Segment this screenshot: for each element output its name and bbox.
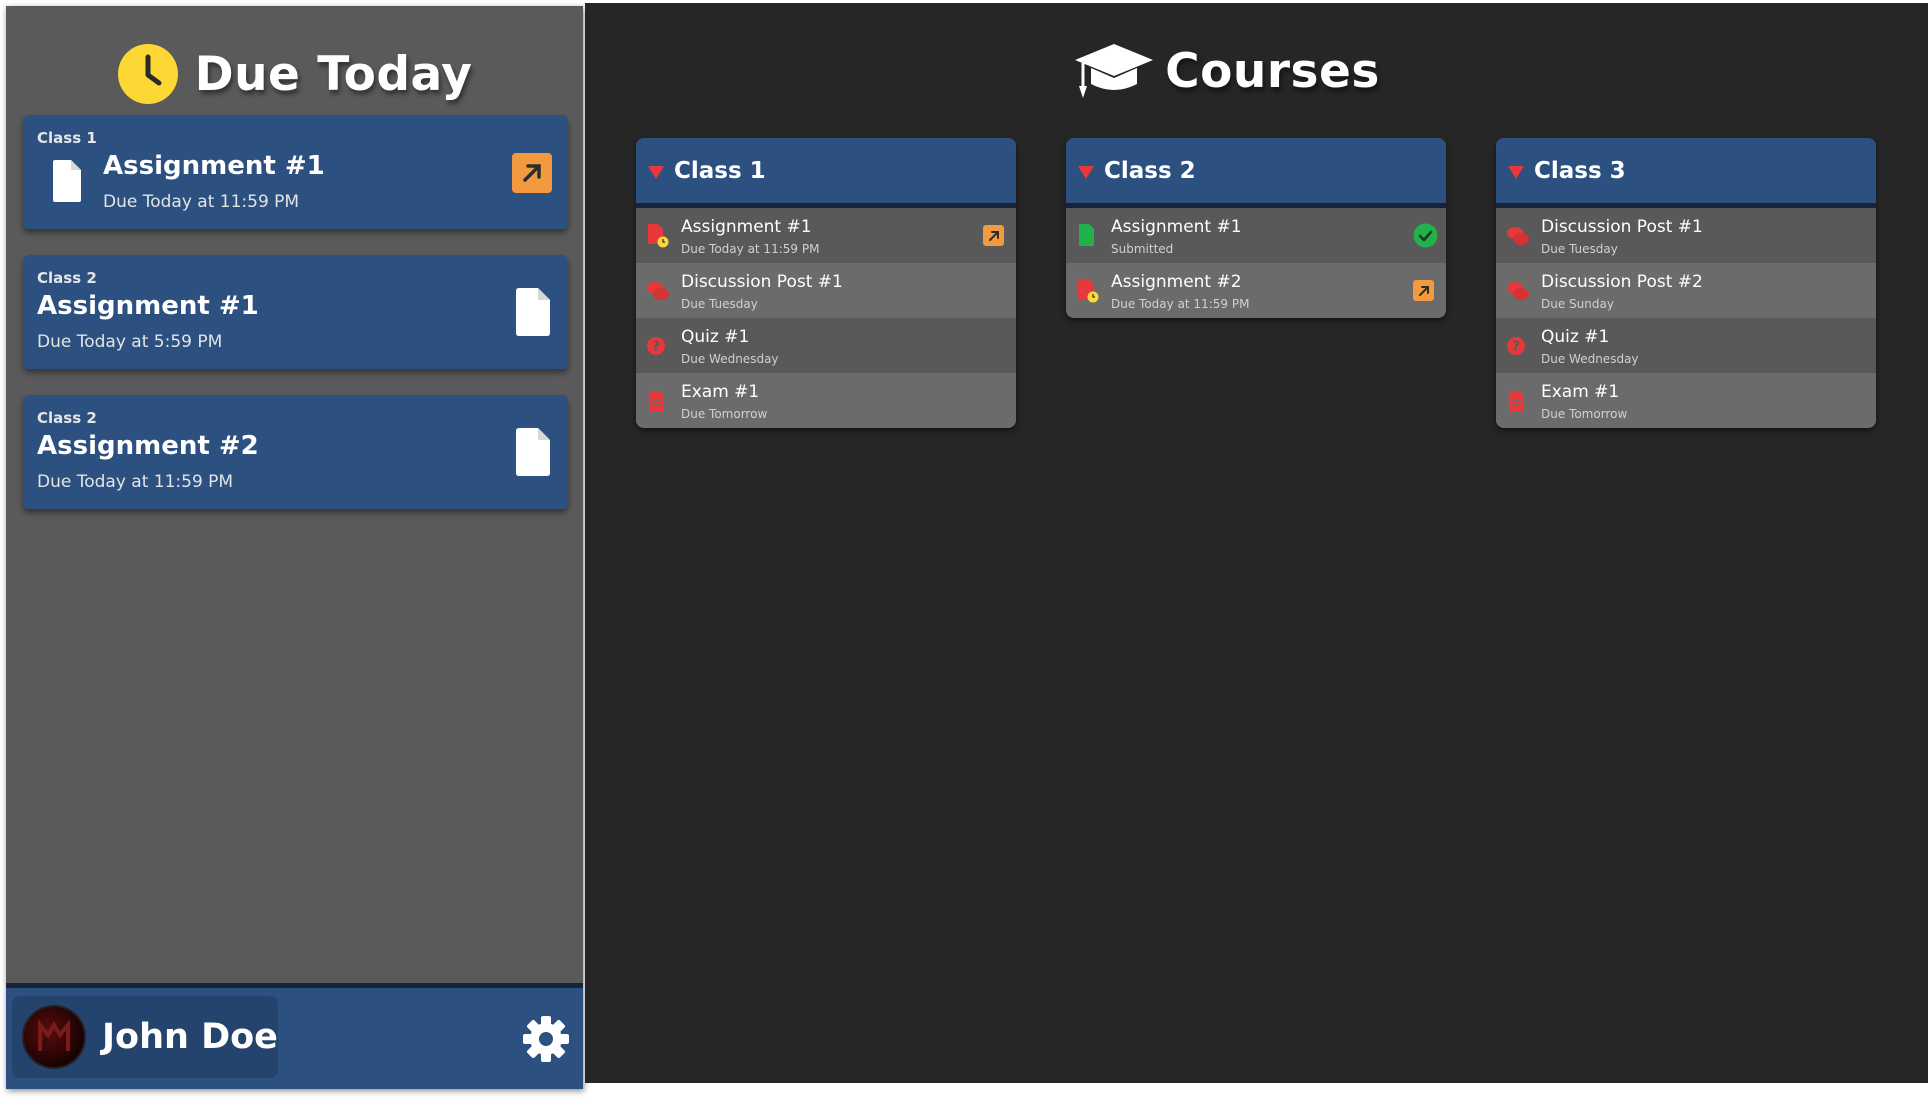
arrow-up-right-icon <box>1418 285 1429 296</box>
arrow-up-right-icon <box>988 230 999 241</box>
due-card[interactable]: Class 2 Assignment #2 Due Today at 11:59… <box>23 395 568 509</box>
exam-icon <box>1509 391 1524 411</box>
course-item[interactable]: Exam #1 Due Tomorrow <box>1496 373 1876 428</box>
item-due: Due Tomorrow <box>1541 407 1628 421</box>
courses-panel: Courses Class 1 Assignment #1 Due Today … <box>585 3 1928 1083</box>
course-item[interactable]: ? Quiz #1 Due Wednesday <box>1496 318 1876 373</box>
item-title: Discussion Post #1 <box>1541 217 1703 237</box>
discussion-icon <box>1507 227 1529 245</box>
quiz-icon: ? <box>1507 337 1525 355</box>
course-item[interactable]: Discussion Post #1 Due Tuesday <box>1496 208 1876 263</box>
due-card[interactable]: Class 1 Assignment #1 Due Today at 11:59… <box>23 115 568 229</box>
course-header[interactable]: Class 3 <box>1496 138 1876 208</box>
collapse-triangle-icon[interactable] <box>648 165 664 179</box>
settings-gear-icon[interactable] <box>521 1014 571 1064</box>
due-card-class: Class 2 <box>37 409 97 427</box>
discussion-icon <box>1507 282 1529 300</box>
item-title: Discussion Post #1 <box>681 272 843 292</box>
due-card-title: Assignment #1 <box>103 151 325 181</box>
file-submitted-icon <box>1079 224 1094 246</box>
svg-text:?: ? <box>1512 340 1520 355</box>
due-card-class: Class 1 <box>37 129 97 147</box>
course-header[interactable]: Class 2 <box>1066 138 1446 208</box>
discussion-icon <box>647 282 669 300</box>
due-card-due: Due Today at 5:59 PM <box>37 332 223 352</box>
graduation-cap-icon <box>1075 44 1154 98</box>
check-circle-icon <box>1413 223 1438 248</box>
item-title: Discussion Post #2 <box>1541 272 1703 292</box>
quiz-icon: ? <box>647 337 665 355</box>
course-name: Class 3 <box>1534 157 1626 184</box>
course-card: Class 1 Assignment #1 Due Today at 11:59… <box>636 138 1016 428</box>
user-name: John Doe <box>102 1017 278 1057</box>
exam-icon <box>649 391 664 411</box>
due-card-due: Due Today at 11:59 PM <box>103 192 300 212</box>
user-footer: John Doe <box>6 983 583 1089</box>
due-card-class: Class 2 <box>37 269 97 287</box>
item-title: Quiz #1 <box>1541 327 1610 347</box>
collapse-triangle-icon[interactable] <box>1508 165 1524 179</box>
course-card: Class 2 Assignment #1 Submitted Assignme… <box>1066 138 1446 318</box>
due-card[interactable]: Class 2 Assignment #1 Due Today at 5:59 … <box>23 255 568 369</box>
file-icon[interactable] <box>516 428 550 476</box>
course-name: Class 1 <box>674 157 766 184</box>
item-due: Due Today at 11:59 PM <box>1111 297 1250 311</box>
course-item[interactable]: Discussion Post #1 Due Tuesday <box>636 263 1016 318</box>
due-card-title: Assignment #2 <box>37 431 259 461</box>
clock-icon <box>117 44 178 104</box>
course-card: Class 3 Discussion Post #1 Due Tuesday D… <box>1496 138 1876 428</box>
courses-title: Courses <box>1165 43 1380 99</box>
courses-header: Courses <box>555 33 1898 109</box>
course-header[interactable]: Class 1 <box>636 138 1016 208</box>
due-card-due: Due Today at 11:59 PM <box>37 472 234 492</box>
item-due: Due Wednesday <box>1541 352 1639 366</box>
collapse-triangle-icon[interactable] <box>1078 165 1094 179</box>
course-item[interactable]: Assignment #1 Submitted <box>1066 208 1446 263</box>
course-name: Class 2 <box>1104 157 1196 184</box>
item-due: Due Tomorrow <box>681 407 768 421</box>
item-title: Assignment #1 <box>681 217 812 237</box>
arrow-up-right-icon <box>523 164 541 182</box>
file-late-icon <box>1078 279 1099 303</box>
item-title: Assignment #2 <box>1111 272 1242 292</box>
file-icon[interactable] <box>516 288 550 336</box>
open-external-button[interactable] <box>983 225 1004 246</box>
item-due: Due Tuesday <box>1541 242 1618 256</box>
svg-text:?: ? <box>652 340 660 355</box>
item-title: Exam #1 <box>1541 382 1620 402</box>
open-external-button[interactable] <box>1413 280 1434 301</box>
item-due: Submitted <box>1111 242 1174 256</box>
item-title: Quiz #1 <box>681 327 750 347</box>
item-due: Due Sunday <box>1541 297 1614 311</box>
item-title: Exam #1 <box>681 382 760 402</box>
item-title: Assignment #1 <box>1111 217 1242 237</box>
file-late-icon <box>648 224 669 248</box>
item-due: Due Today at 11:59 PM <box>681 242 820 256</box>
item-due: Due Tuesday <box>681 297 758 311</box>
avatar-logo-icon <box>38 1019 70 1051</box>
avatar <box>22 1005 86 1069</box>
file-icon <box>53 160 81 202</box>
profile-button[interactable]: John Doe <box>12 996 278 1078</box>
course-item[interactable]: Discussion Post #2 Due Sunday <box>1496 263 1876 318</box>
course-item[interactable]: Exam #1 Due Tomorrow <box>636 373 1016 428</box>
course-item[interactable]: ? Quiz #1 Due Wednesday <box>636 318 1016 373</box>
due-today-title: Due Today <box>194 46 473 102</box>
due-today-header: Due Today <box>6 36 583 112</box>
item-due: Due Wednesday <box>681 352 779 366</box>
course-item[interactable]: Assignment #1 Due Today at 11:59 PM <box>636 208 1016 263</box>
course-item[interactable]: Assignment #2 Due Today at 11:59 PM <box>1066 263 1446 318</box>
due-today-panel: Due Today Class 1 Assignment #1 Due Toda… <box>6 6 583 1089</box>
due-card-title: Assignment #1 <box>37 291 259 321</box>
open-external-button[interactable] <box>512 153 552 193</box>
